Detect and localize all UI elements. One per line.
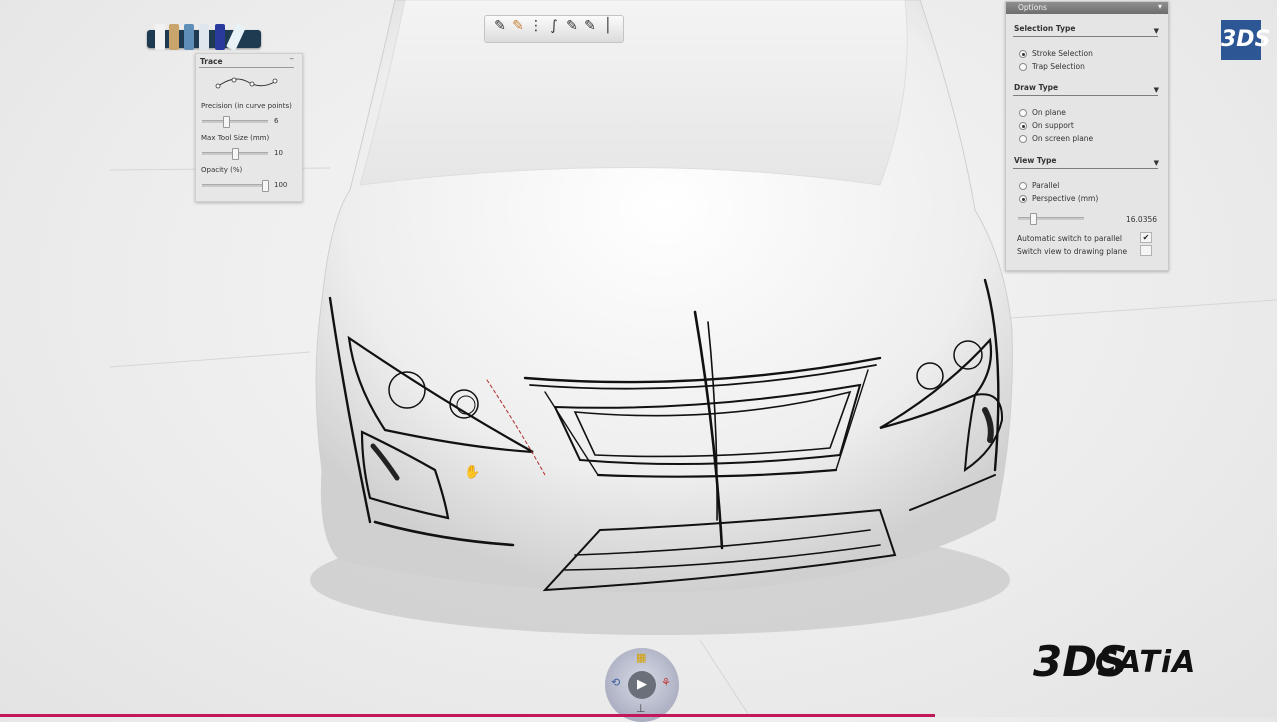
catia-logo: 3DS CATiA [1033,635,1223,689]
hand-cursor-icon: ✋ [464,465,481,480]
view-type-caret-icon[interactable]: ▼ [1154,159,1159,167]
radio-button[interactable] [1019,50,1027,58]
selection-type-caret-icon[interactable]: ▼ [1154,27,1159,35]
ruler-icon[interactable]: ⋮ [529,18,543,40]
radio-button[interactable] [1019,182,1027,190]
precision-slider[interactable] [202,116,268,128]
fine-pen-icon[interactable]: ✎ [565,18,579,40]
fineliner-icon[interactable]: │ [601,18,615,40]
perspective-value: 16.0356 [1126,215,1158,224]
play-icon[interactable]: ▶ [628,671,656,699]
switch-view-checkbox[interactable] [1140,245,1152,256]
radio-button[interactable] [1019,195,1027,203]
pen-tool-icon[interactable] [199,24,209,50]
selection-type-heading: Selection Type [1014,24,1076,33]
radio-label: Perspective (mm) [1032,194,1099,203]
grid-icon[interactable]: ▦ [636,651,646,664]
pen-tray-toolbar[interactable] [147,23,261,51]
radio-label: Trap Selection [1032,62,1085,71]
opacity-label: Opacity (%) [201,166,243,174]
perspective-slider-thumb[interactable] [1030,213,1037,225]
trace-panel: Trace – Precision (in curve points) 6 Ma… [195,53,303,202]
pencil-tool-icon[interactable] [155,24,165,50]
network-icon[interactable]: ⚘ [661,676,671,689]
draw-type-heading: Draw Type [1014,83,1059,92]
opacity-value: 100 [274,181,288,189]
radio-button[interactable] [1019,109,1027,117]
precision-slider-thumb[interactable] [223,116,230,128]
options-title-bar[interactable]: Options ▾ [1006,2,1168,14]
options-title: Options [1018,3,1047,12]
trace-curve-icon [215,77,278,89]
ink-tool-icon[interactable] [215,24,225,50]
radio-label: Parallel [1032,181,1060,190]
radio-label: On support [1032,121,1074,130]
radio-label: On plane [1032,108,1066,117]
tool-size-slider[interactable] [202,148,268,160]
radio-label: On screen plane [1032,134,1094,143]
selection-type-divider [1013,36,1158,37]
catia-wordmark: CATiA [1095,645,1197,680]
brush-tool-icon[interactable] [169,24,179,50]
perspective-slider[interactable] [1018,213,1084,225]
view-type-divider [1013,168,1158,169]
pen-nib-icon[interactable]: ✎ [493,18,507,40]
stroke-tools-toolbar[interactable]: ✎ ✎ ⋮ ∫ ✎ ✎ │ [484,15,624,43]
3ds-badge-logo[interactable]: 3DS [1221,20,1270,60]
precision-value: 6 [274,117,279,125]
draw-type-caret-icon[interactable]: ▼ [1154,86,1159,94]
options-panel: Options ▾ Selection Type ▼ Stroke Select… [1005,1,1169,271]
curve-icon[interactable]: ∫ [547,18,561,40]
brush-icon[interactable]: ✎ [511,18,525,40]
auto-switch-checkbox[interactable]: ✔ [1140,232,1152,243]
trace-minimize-button[interactable]: – [290,54,295,64]
marker-tool-icon[interactable] [184,24,194,50]
trace-divider [199,67,294,68]
radio-button[interactable] [1019,122,1027,130]
opacity-slider-thumb[interactable] [262,180,269,192]
view-type-heading: View Type [1014,156,1057,165]
radio-button[interactable] [1019,63,1027,71]
share-icon[interactable]: ⟲ [611,676,620,689]
radio-button[interactable] [1019,135,1027,143]
car-hood [359,0,908,186]
auto-switch-label: Automatic switch to parallel [1017,234,1122,243]
trace-panel-title: Trace [200,57,223,66]
tool-size-slider-thumb[interactable] [232,148,239,160]
opacity-slider[interactable] [202,180,269,192]
draw-type-divider [1013,95,1158,96]
switch-view-label: Switch view to drawing plane [1017,247,1128,256]
radio-label: Stroke Selection [1032,49,1093,58]
precision-label: Precision (in curve points) [201,102,292,110]
tool-size-value: 10 [274,149,283,157]
compass-widget[interactable]: ▦ ⟲ ⚘ ⊥ ▶ [605,648,679,722]
options-collapse-icon[interactable]: ▾ [1158,2,1162,11]
technical-pen-icon[interactable]: ✎ [583,18,597,40]
tool-size-label: Max Tool Size (mm) [201,134,270,142]
